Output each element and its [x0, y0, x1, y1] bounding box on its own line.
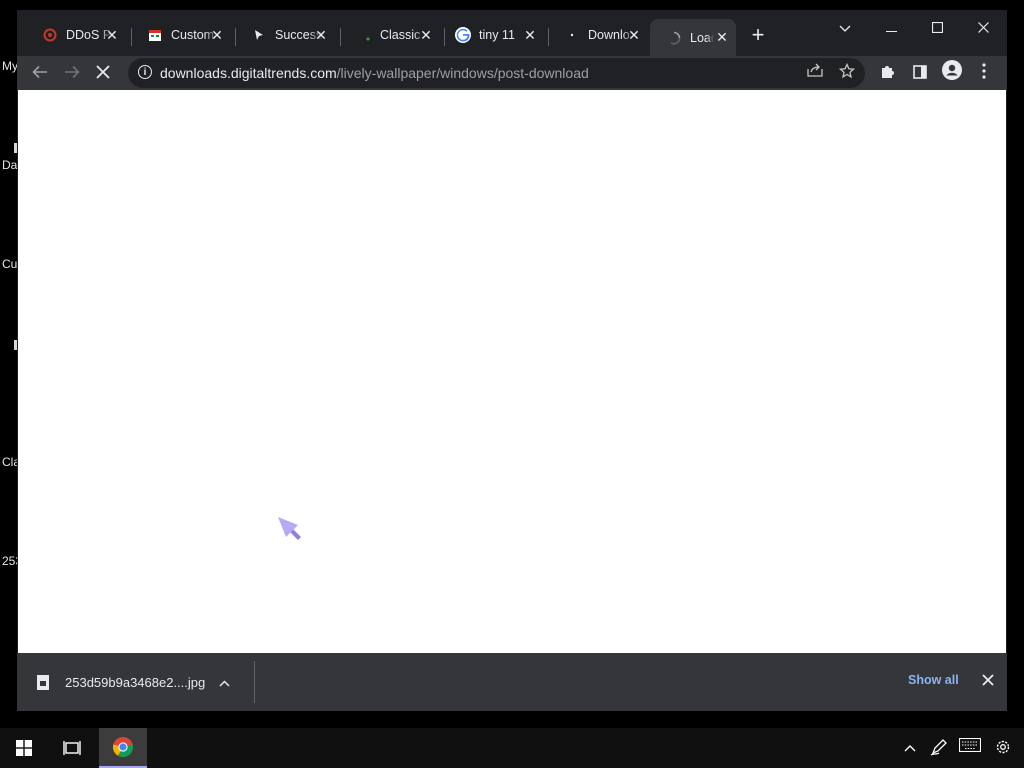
tab-active[interactable]: Load ✕ [650, 19, 736, 56]
tab-close-icon[interactable]: ✕ [626, 27, 642, 43]
menu-kebab-icon[interactable] [971, 60, 997, 86]
toolbar: i downloads.digitaltrends.com/lively-wal… [17, 56, 1007, 90]
classic-favicon-icon [356, 27, 372, 43]
pen-icon[interactable] [929, 738, 949, 758]
stop-loading-x-icon[interactable] [90, 60, 116, 86]
show-all-button[interactable]: Show all [908, 673, 959, 687]
side-panel-icon[interactable] [907, 60, 933, 86]
download-separator [254, 661, 255, 703]
maximize-icon[interactable] [914, 14, 960, 42]
dot-favicon-icon [564, 27, 580, 43]
url-host: downloads.digitaltrends.com [160, 65, 337, 81]
window-close-icon[interactable] [960, 14, 1006, 42]
profile-avatar-icon[interactable] [939, 60, 965, 86]
tab-close-icon[interactable]: ✕ [104, 27, 120, 43]
tab-title: tiny 11 [479, 28, 515, 42]
minimize-icon[interactable] [868, 14, 914, 42]
chevron-up-icon[interactable] [219, 675, 230, 690]
extensions-puzzle-icon[interactable] [875, 60, 901, 86]
keyboard-icon[interactable] [958, 737, 982, 758]
share-icon[interactable] [805, 63, 825, 83]
mouse-cursor-icon [276, 515, 304, 543]
tab-close-icon[interactable]: ✕ [418, 27, 434, 43]
forward-arrow-icon[interactable] [59, 60, 85, 86]
desktop-icon-label[interactable]: Da [2, 158, 17, 172]
bookmark-star-icon[interactable] [837, 62, 857, 83]
page-content[interactable] [18, 90, 1006, 653]
download-filename: 253d59b9a3468e2....jpg [65, 674, 206, 690]
tab-close-icon[interactable]: ✕ [522, 27, 538, 43]
site-info-icon[interactable]: i [138, 65, 152, 79]
close-shelf-icon[interactable] [978, 670, 998, 690]
back-arrow-icon[interactable] [27, 60, 53, 86]
url-path: /lively-wallpaper/windows/post-download [336, 65, 589, 81]
tab[interactable]: Classic ✕ [336, 20, 440, 50]
tab[interactable]: Downlo ✕ [544, 20, 648, 50]
desktop-icon-label[interactable]: My [2, 59, 18, 73]
taskbar [0, 728, 1024, 768]
address-bar[interactable]: i downloads.digitaltrends.com/lively-wal… [128, 58, 865, 88]
settings-gear-icon[interactable] [993, 738, 1013, 758]
tab-close-icon[interactable]: ✕ [313, 27, 329, 43]
tab-strip: DDoS P ✕ Custom ✕ Success ✕ Classic ✕ ti… [17, 10, 1007, 56]
ddos-favicon-icon [42, 27, 58, 43]
tab-search-chevron-icon[interactable] [822, 14, 868, 42]
url-text[interactable]: downloads.digitaltrends.com/lively-wallp… [160, 65, 589, 81]
download-shelf: 253d59b9a3468e2....jpg Show all [17, 653, 1007, 711]
start-windows-icon[interactable] [0, 728, 48, 768]
tab[interactable]: Custom ✕ [127, 20, 231, 50]
tab[interactable]: tiny 11 ✕ [440, 20, 544, 50]
image-file-icon [37, 674, 49, 690]
cursor-favicon-icon [251, 27, 267, 43]
tab-title: Load [690, 30, 714, 45]
tab[interactable]: DDoS P ✕ [22, 20, 126, 50]
download-item[interactable]: 253d59b9a3468e2....jpg [37, 669, 230, 695]
chrome-taskbar-icon[interactable] [99, 728, 147, 768]
calendar-favicon-icon [147, 27, 163, 43]
loading-spinner-icon [666, 30, 682, 46]
tray-chevron-up-icon[interactable] [900, 738, 920, 758]
desktop-icon-label[interactable]: Cu [2, 257, 17, 271]
google-favicon-icon [455, 27, 471, 43]
tab-close-icon[interactable]: ✕ [714, 29, 730, 45]
tab-close-icon[interactable]: ✕ [209, 27, 225, 43]
new-tab-plus-icon[interactable]: + [748, 24, 768, 46]
tab[interactable]: Success ✕ [231, 20, 335, 50]
task-view-icon[interactable] [48, 728, 96, 768]
browser-window: DDoS P ✕ Custom ✕ Success ✕ Classic ✕ ti… [17, 10, 1007, 711]
